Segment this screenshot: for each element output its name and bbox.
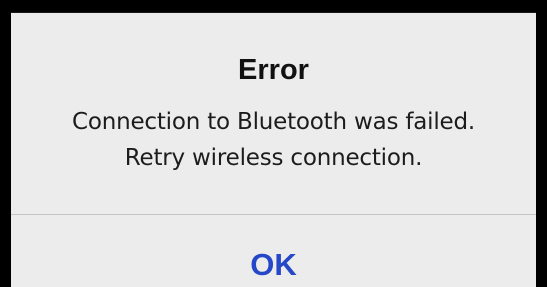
alert-message-line: Retry wireless connection. [124, 145, 423, 171]
ok-button-label: OK [250, 246, 297, 282]
alert-message-line: Connection to Bluetooth was failed. [71, 109, 476, 135]
alert-body: Error Connection to Bluetooth was failed… [11, 13, 536, 213]
screen: Error Connection to Bluetooth was failed… [0, 0, 547, 287]
ok-button[interactable]: OK [11, 215, 536, 287]
alert-title: Error [238, 54, 309, 86]
alert-message: Connection to Bluetooth was failed. Retr… [11, 104, 536, 176]
error-alert-dialog: Error Connection to Bluetooth was failed… [11, 12, 536, 287]
